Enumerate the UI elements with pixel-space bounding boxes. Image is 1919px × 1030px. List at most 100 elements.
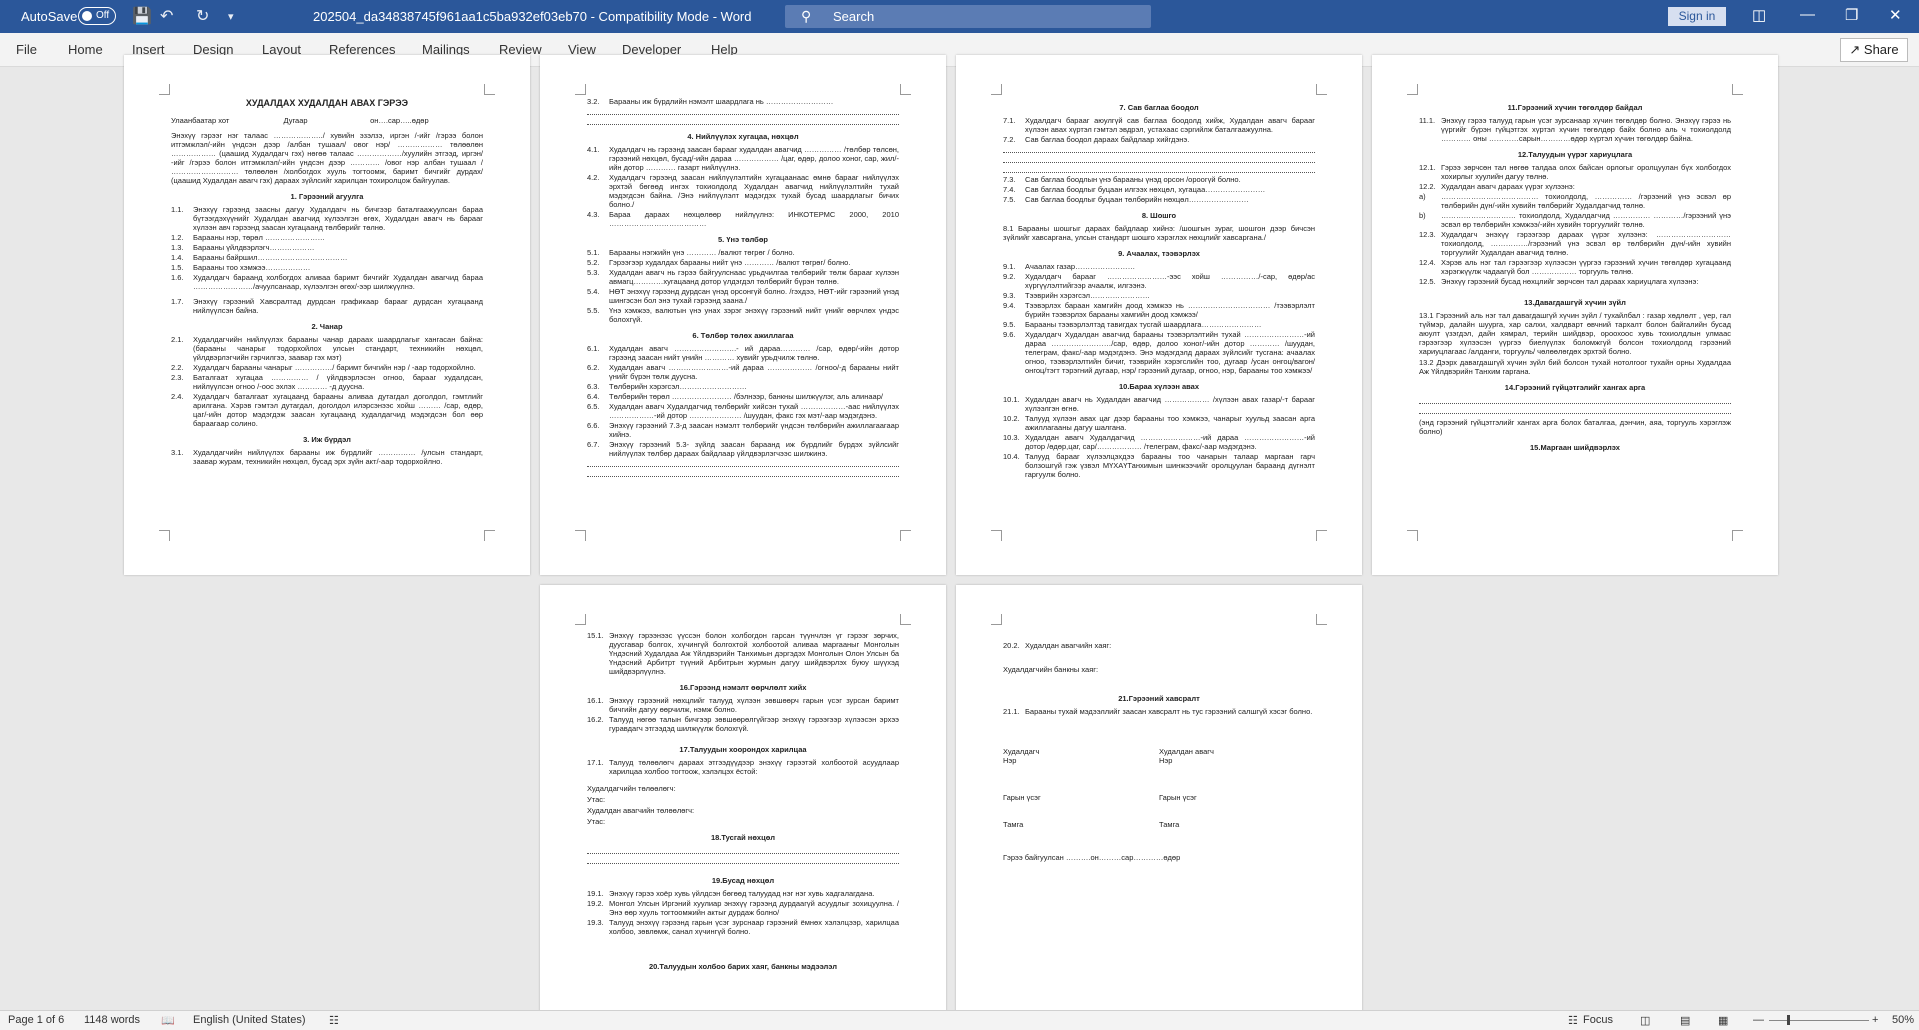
clause: 6.5. Худалдан авагч Худалдагчид төлбөрийг… bbox=[587, 402, 899, 420]
clause-number: 7.2. bbox=[1003, 135, 1016, 144]
clause-number: 9.5. bbox=[1003, 320, 1016, 329]
clause-number: 5.1. bbox=[587, 248, 600, 257]
clause: 10.2. Талууд хүлээн авах цаг дээр барааны… bbox=[1003, 414, 1315, 432]
page-content: 11.Гэрээний хүчин төгөлдөр байдал 11.1. Э… bbox=[1419, 103, 1731, 456]
blank-line bbox=[1419, 406, 1731, 414]
accessibility-icon[interactable]: ☷ bbox=[329, 1014, 339, 1027]
customize-qat-icon[interactable]: ▾ bbox=[228, 10, 234, 23]
page-count[interactable]: Page 1 of 6 bbox=[8, 1014, 64, 1026]
minimize-icon[interactable]: — bbox=[1800, 6, 1815, 23]
crop-mark bbox=[484, 530, 495, 541]
sign-in-button[interactable]: Sign in bbox=[1668, 7, 1726, 26]
seller-label: Худалдагч bbox=[1003, 747, 1040, 756]
representative-seller: Худалдагчийн төлөөлөгч: bbox=[587, 784, 676, 793]
document-page-4[interactable]: 11.Гэрээний хүчин төгөлдөр байдал 11.1. Э… bbox=[1372, 55, 1778, 575]
clause-text: Худалдагч баталгаат хугацаанд барааны ал… bbox=[193, 392, 483, 428]
tab-file[interactable]: File bbox=[16, 42, 37, 57]
clause: 4.1. Худалдагч нь гэрээнд заасан барааг х… bbox=[587, 145, 899, 172]
clause-text: Монгол Улсын Иргэний хуулиар энэхүү гэрэ… bbox=[609, 899, 899, 917]
clause: 3.1. Худалдагчийн нийлүүлэх барааны иж бү… bbox=[171, 448, 483, 466]
clause-number: 5.3. bbox=[587, 268, 600, 277]
clause-text: Худалдан авагч нь Худалдан авагчид ……………… bbox=[1025, 395, 1315, 413]
crop-mark bbox=[484, 84, 495, 95]
buyer-label: Худалдан авагч bbox=[1159, 747, 1214, 756]
clause: 5.4. НӨТ энэхүү гэрээнд дурдсан үнэд орсо… bbox=[587, 287, 899, 305]
close-icon[interactable]: ✕ bbox=[1889, 6, 1902, 24]
section-heading: 1. Гэрээний агуулга bbox=[290, 192, 364, 201]
clause: 15.1. Энэхүү гэрээнээс үүссэн болон холбо… bbox=[587, 631, 899, 676]
print-layout-icon[interactable]: ▤ bbox=[1680, 1014, 1690, 1027]
zoom-level[interactable]: 50% bbox=[1892, 1014, 1914, 1026]
clause-text: Худалдан авагч Худалдагчид төлбөрийг хий… bbox=[609, 402, 899, 420]
clause-number: 10.4. bbox=[1003, 452, 1020, 461]
buyer-signature-label: Гарын үсэг bbox=[1159, 793, 1197, 802]
tab-home[interactable]: Home bbox=[68, 42, 103, 57]
crop-mark bbox=[991, 614, 1002, 625]
clause: 16.1. Энэхүү гэрээний нөхцлийг талууд хүл… bbox=[587, 696, 899, 714]
ribbon-display-options-icon[interactable]: ◫ bbox=[1752, 6, 1766, 24]
clause-text: НӨТ энэхүү гэрээнд дурдсан үнэд орсонгүй… bbox=[609, 287, 899, 305]
crop-mark bbox=[159, 530, 170, 541]
clause-number: 2.3. bbox=[171, 373, 184, 382]
section-heading: 14.Гэрээний гүйцэтгэлийг хангах арга bbox=[1504, 383, 1646, 392]
title-bar: AutoSave Off 💾 ↶ ↻ ▾ 202504_da34838745f9… bbox=[0, 0, 1919, 33]
restore-icon[interactable]: ❐ bbox=[1845, 6, 1858, 24]
clause-number: 12.3. bbox=[1419, 230, 1436, 239]
document-page-6[interactable]: 20.2. Худалдан авагчийн хаяг: Худалдагчий… bbox=[956, 585, 1362, 1015]
clause: 6.7. Энэхүү гэрээний 5.3- зүйлд заасан ба… bbox=[587, 440, 899, 458]
proofing-icon[interactable]: 📖 bbox=[161, 1014, 175, 1027]
share-button[interactable]: ↗ Share bbox=[1840, 38, 1908, 62]
clause: 16.2. Талууд нөгөө талын бичгээр зөвшөөрө… bbox=[587, 715, 899, 733]
section-heading: 21.Гэрээний хавсралт bbox=[1118, 694, 1200, 703]
clause: 12.2. Худалдан авагч дараах үүрэг хүлээнэ… bbox=[1419, 182, 1731, 191]
clause-text: Худалдан авагчийн хаяг: bbox=[1025, 641, 1112, 650]
clause-text: Барааны тээвэрлэлтэд тавигдах тусгай шаа… bbox=[1025, 320, 1262, 329]
document-page-2[interactable]: 3.2. Барааны иж бүрдлийн нэмэлт шаардлага… bbox=[540, 55, 946, 575]
signature-row: Гарын үсэг Гарын үсэг bbox=[1003, 793, 1315, 802]
page-content: 3.2. Барааны иж бүрдлийн нэмэлт шаардлага… bbox=[587, 97, 899, 479]
clause-number: 20.2. bbox=[1003, 641, 1020, 650]
zoom-slider-thumb[interactable] bbox=[1787, 1015, 1790, 1025]
web-layout-icon[interactable]: ▦ bbox=[1718, 1014, 1728, 1027]
zoom-out-icon[interactable]: — bbox=[1753, 1014, 1764, 1026]
undo-icon[interactable]: ↶ bbox=[160, 6, 173, 26]
clause: 20.2. Худалдан авагчийн хаяг: bbox=[1003, 641, 1315, 650]
seller-signature-label: Гарын үсэг bbox=[1003, 793, 1041, 802]
clause-text: Үнэ хэмжээ, валютын үнэ унах зэрэг энэхү… bbox=[609, 306, 899, 324]
document-page-5[interactable]: 15.1. Энэхүү гэрээнээс үүссэн болон холбо… bbox=[540, 585, 946, 1015]
crop-mark bbox=[1732, 84, 1743, 95]
section-heading: 11.Гэрээний хүчин төгөлдөр байдал bbox=[1507, 103, 1643, 112]
clause: 1.6. Худалдагч бараанд холбогдох аливаа б… bbox=[171, 273, 483, 291]
clause-number: 10.2. bbox=[1003, 414, 1020, 423]
clause-text: Талууд барааг хүлээлцэхдээ барааны тоо ч… bbox=[1025, 452, 1315, 479]
section-heading: 20.Талуудын холбоо барих хаяг, банкны мэ… bbox=[648, 962, 838, 971]
zoom-slider-track[interactable] bbox=[1769, 1020, 1869, 1021]
save-icon[interactable]: 💾 bbox=[132, 6, 152, 26]
autosave-toggle[interactable]: Off bbox=[78, 7, 116, 25]
crop-mark bbox=[1732, 530, 1743, 541]
focus-icon[interactable]: ☷ bbox=[1568, 1014, 1578, 1027]
search-icon: ⚲ bbox=[801, 8, 812, 24]
clause: 10.3. Худалдан авагч Худалдагчид ……………………… bbox=[1003, 433, 1315, 451]
crop-mark bbox=[900, 614, 911, 625]
crop-mark bbox=[1316, 84, 1327, 95]
redo-icon[interactable]: ↻ bbox=[196, 6, 209, 26]
clause-number: 7.4. bbox=[1003, 185, 1016, 194]
word-count[interactable]: 1148 words bbox=[84, 1014, 140, 1026]
clause: 9.1. Ачаалах газар…………………… bbox=[1003, 262, 1315, 271]
clause: 7.3. Сав баглаа боодлын үнэ барааны үнэд … bbox=[1003, 175, 1315, 184]
focus-mode[interactable]: Focus bbox=[1583, 1014, 1613, 1026]
clause-text: Энэхүү гэрээний Хавсралтад дурдсан графи… bbox=[193, 297, 483, 315]
clause: 2.1. Худалдагчийн нийлүүлэх барааны чанар… bbox=[171, 335, 483, 362]
clause-number: 6.7. bbox=[587, 440, 600, 449]
search-box[interactable]: ⚲ Search bbox=[785, 5, 1151, 28]
language[interactable]: English (United States) bbox=[193, 1014, 306, 1026]
document-page-3[interactable]: 7. Сав баглаа боодол 7.1. Худалдагч бараа… bbox=[956, 55, 1362, 575]
read-mode-icon[interactable]: ◫ bbox=[1640, 1014, 1650, 1027]
document-page-1[interactable]: ХУДАЛДАХ ХУДАЛДАН АВАХ ГЭРЭЭ Улаанбаатар… bbox=[124, 55, 530, 575]
clause-text: Тээврийн хэрэгсэл…………………… bbox=[1025, 291, 1151, 300]
clause-number: 6.6. bbox=[587, 421, 600, 430]
zoom-in-icon[interactable]: + bbox=[1872, 1014, 1878, 1026]
clause-number: 10.1. bbox=[1003, 395, 1020, 404]
